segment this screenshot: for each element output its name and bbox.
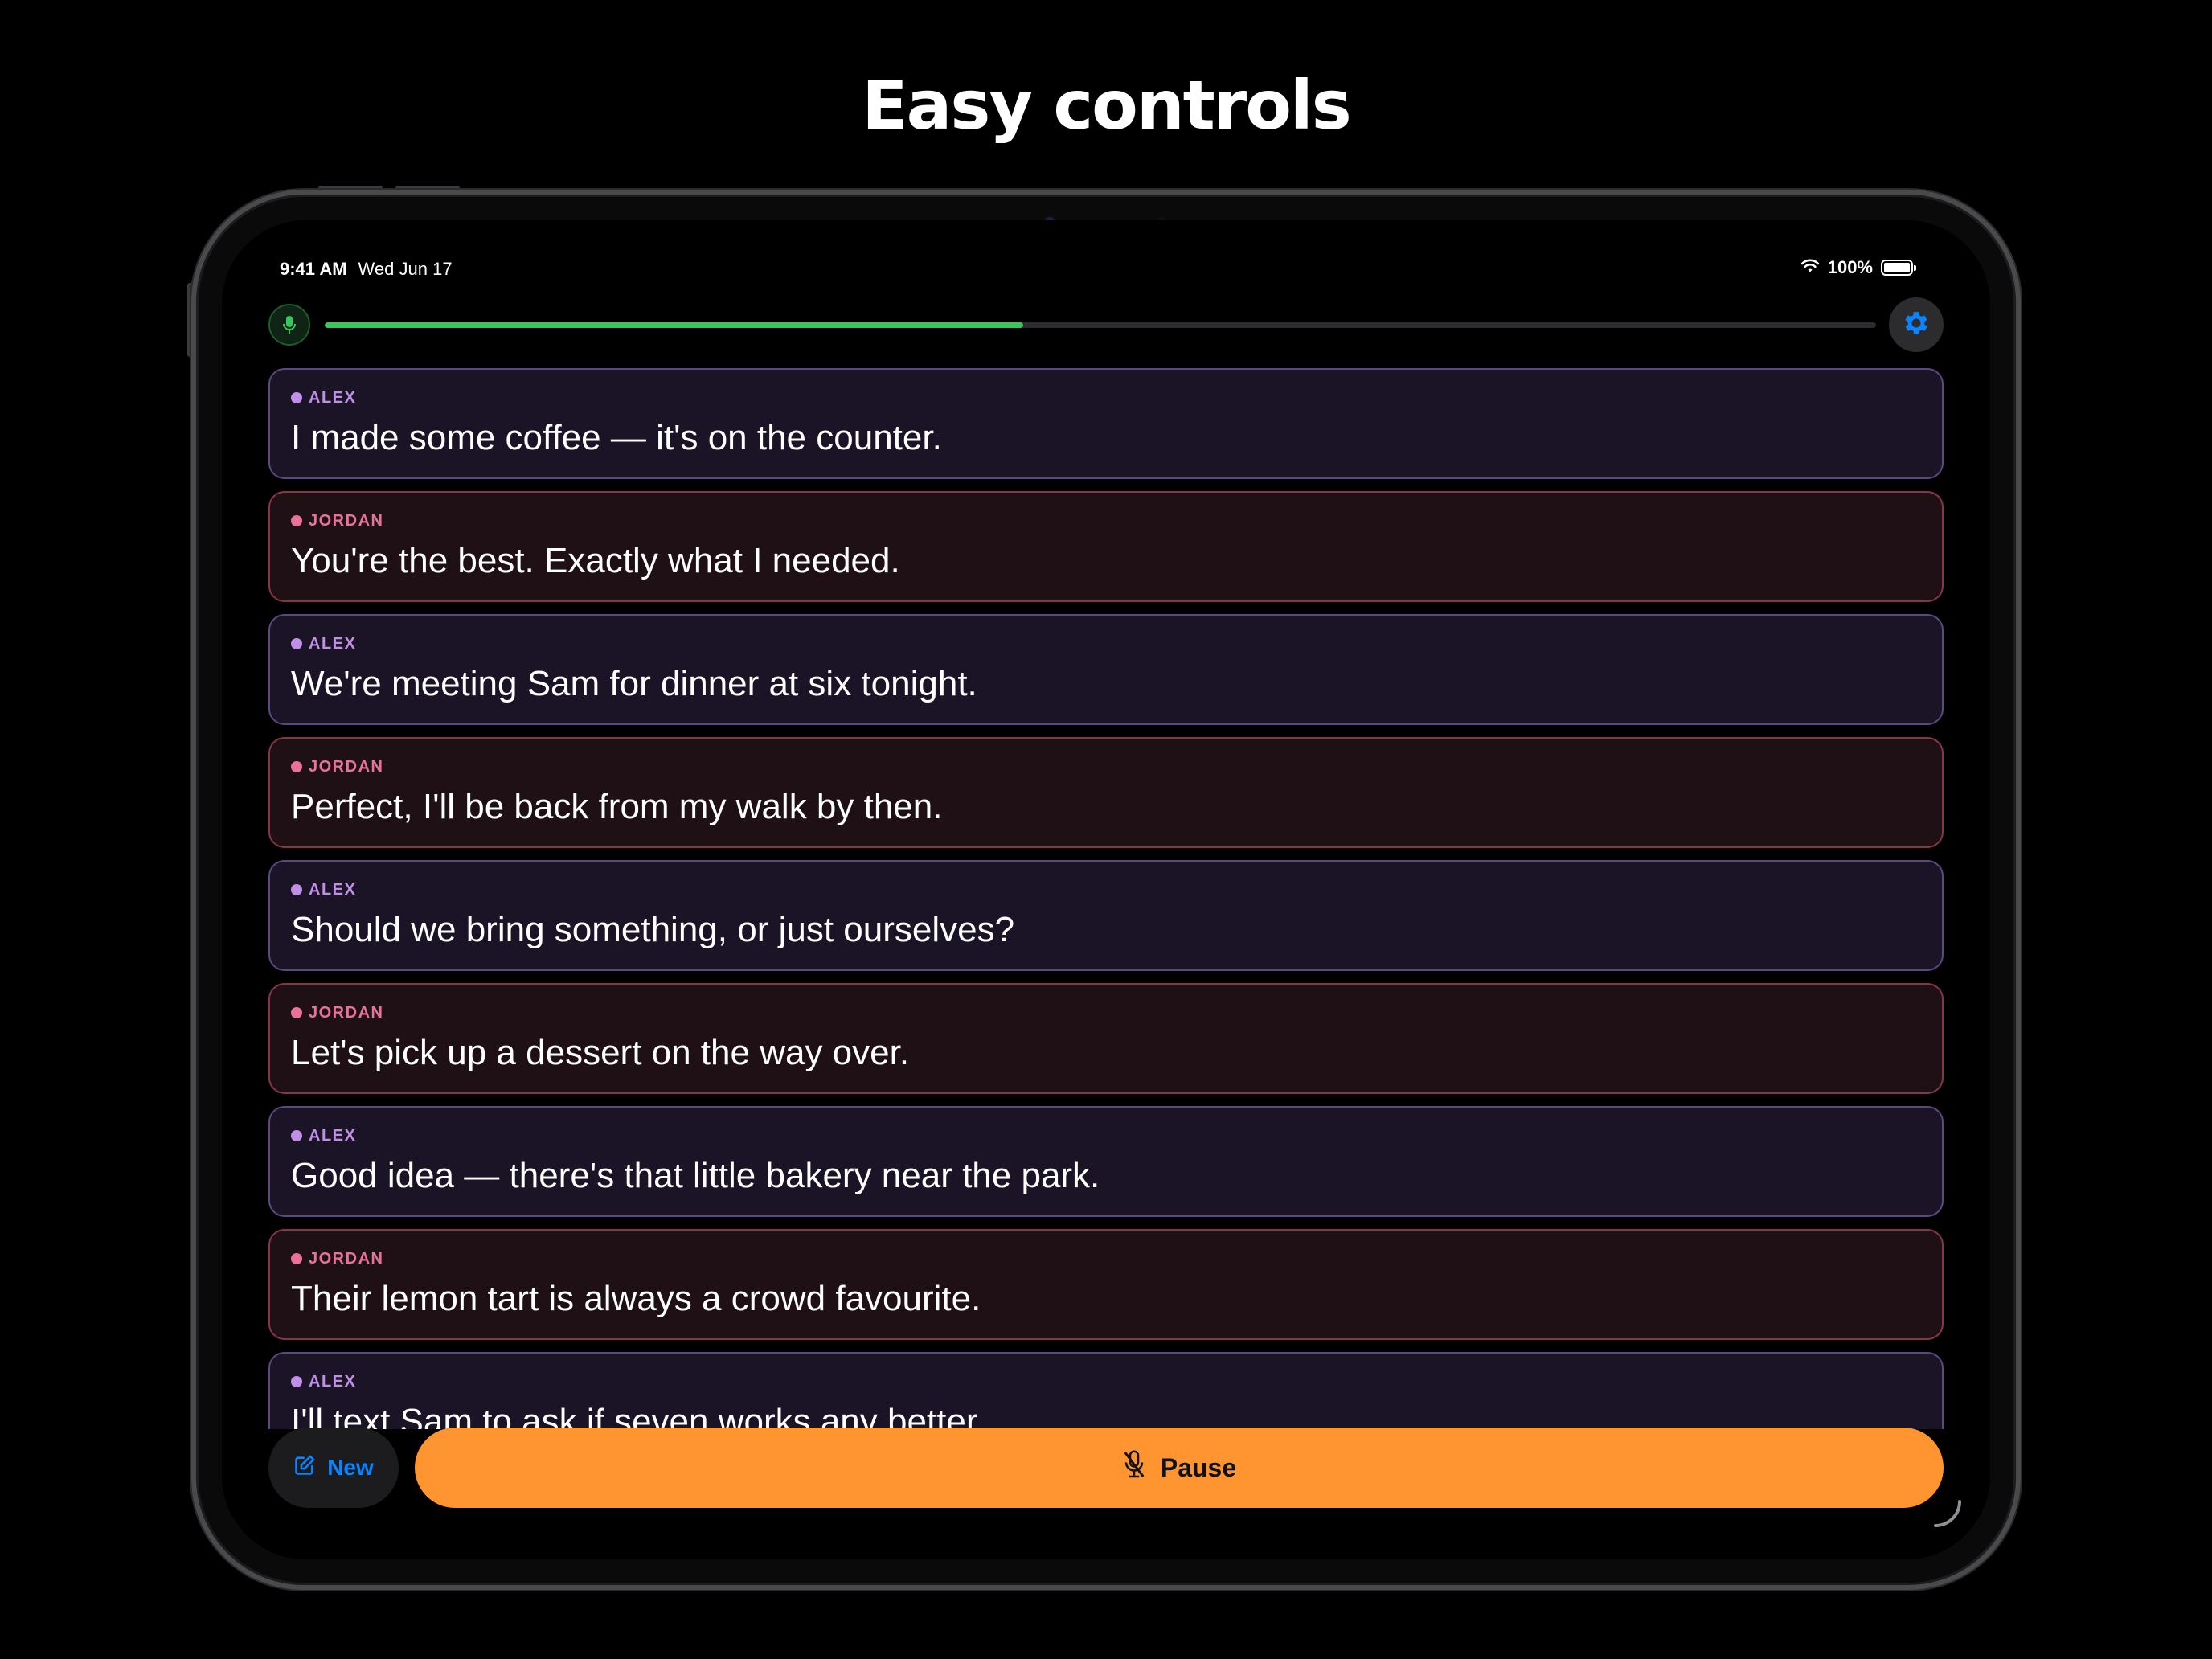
transcript-text: Good idea — there's that little bakery n… xyxy=(291,1156,1100,1195)
mic-slash-icon xyxy=(1122,1449,1146,1486)
speaker-label: ALEX xyxy=(291,1371,1921,1392)
transcript-text: You're the best. Exactly what I needed. xyxy=(291,541,900,580)
compose-icon xyxy=(293,1454,316,1482)
speaker-dot xyxy=(291,1376,302,1387)
new-button-label: New xyxy=(327,1455,374,1480)
speaker-label: ALEX xyxy=(291,879,1921,900)
transcript-text: I'll text Sam to ask if seven works any … xyxy=(291,1402,986,1429)
transcript-entry: ALEX Should we bring something, or just … xyxy=(268,860,1944,971)
transcript-text: I made some coffee — it's on the counter… xyxy=(291,418,942,457)
speaker-label: ALEX xyxy=(291,633,1921,654)
status-bar-left: 9:41 AM Wed Jun 17 xyxy=(280,259,453,280)
speaker-dot xyxy=(291,1130,302,1141)
status-bar-right: 100% xyxy=(1800,257,1916,278)
transcript-entry: ALEX Good idea — there's that little bak… xyxy=(268,1106,1944,1217)
app-screen: 9:41 AM Wed Jun 17 100% ALEX I made some… xyxy=(222,220,1990,1559)
battery-percent: 100% xyxy=(1827,257,1873,277)
transcript-text: Perfect, I'll be back from my walk by th… xyxy=(291,787,943,826)
speaker-label: ALEX xyxy=(291,1125,1921,1146)
speaker-dot xyxy=(291,515,302,526)
transcript-entry: ALEX We're meeting Sam for dinner at six… xyxy=(268,614,1944,725)
speaker-label: JORDAN xyxy=(291,1002,1921,1023)
transcript-text: We're meeting Sam for dinner at six toni… xyxy=(291,664,977,703)
new-session-button[interactable]: New xyxy=(268,1428,399,1508)
speaker-label: JORDAN xyxy=(291,1248,1921,1269)
transcript-text: Their lemon tart is always a crowd favou… xyxy=(291,1279,981,1318)
speaker-dot xyxy=(291,638,302,649)
pause-button[interactable]: Pause xyxy=(415,1428,1944,1508)
status-time: 9:41 AM xyxy=(280,259,347,279)
transcript-list[interactable]: ALEX I made some coffee — it's on the co… xyxy=(268,368,1944,1429)
page-headline: Easy controls xyxy=(862,66,1351,145)
wifi-icon xyxy=(1800,257,1820,278)
transcript-entry: JORDAN Perfect, I'll be back from my wal… xyxy=(268,737,1944,848)
listening-progress-fill xyxy=(325,322,1023,328)
microphone-icon xyxy=(268,304,310,346)
transcript-entry: ALEX I'll text Sam to ask if seven works… xyxy=(268,1352,1944,1429)
transcript-entry: ALEX I made some coffee — it's on the co… xyxy=(268,368,1944,479)
transcript-entry: JORDAN You're the best. Exactly what I n… xyxy=(268,491,1944,602)
gear-icon xyxy=(1901,308,1931,342)
transcript-entry: JORDAN Their lemon tart is always a crow… xyxy=(268,1229,1944,1340)
transcript-text: Let's pick up a dessert on the way over. xyxy=(291,1033,910,1072)
speaker-dot xyxy=(291,884,302,895)
speaker-label: ALEX xyxy=(291,387,1921,408)
status-date: Wed Jun 17 xyxy=(358,259,453,279)
speaker-dot xyxy=(291,392,302,403)
pause-button-label: Pause xyxy=(1160,1452,1237,1482)
settings-button[interactable] xyxy=(1889,297,1944,352)
transcript-text: Should we bring something, or just ourse… xyxy=(291,910,1015,949)
transcript-entry: JORDAN Let's pick up a dessert on the wa… xyxy=(268,983,1944,1094)
speaker-dot xyxy=(291,1007,302,1018)
speaker-dot xyxy=(291,1253,302,1264)
resize-handle-icon[interactable] xyxy=(1932,1498,1964,1530)
listening-progress-bar xyxy=(325,322,1876,328)
speaker-dot xyxy=(291,761,302,772)
speaker-label: JORDAN xyxy=(291,510,1921,531)
battery-icon xyxy=(1881,260,1916,276)
speaker-label: JORDAN xyxy=(291,756,1921,777)
